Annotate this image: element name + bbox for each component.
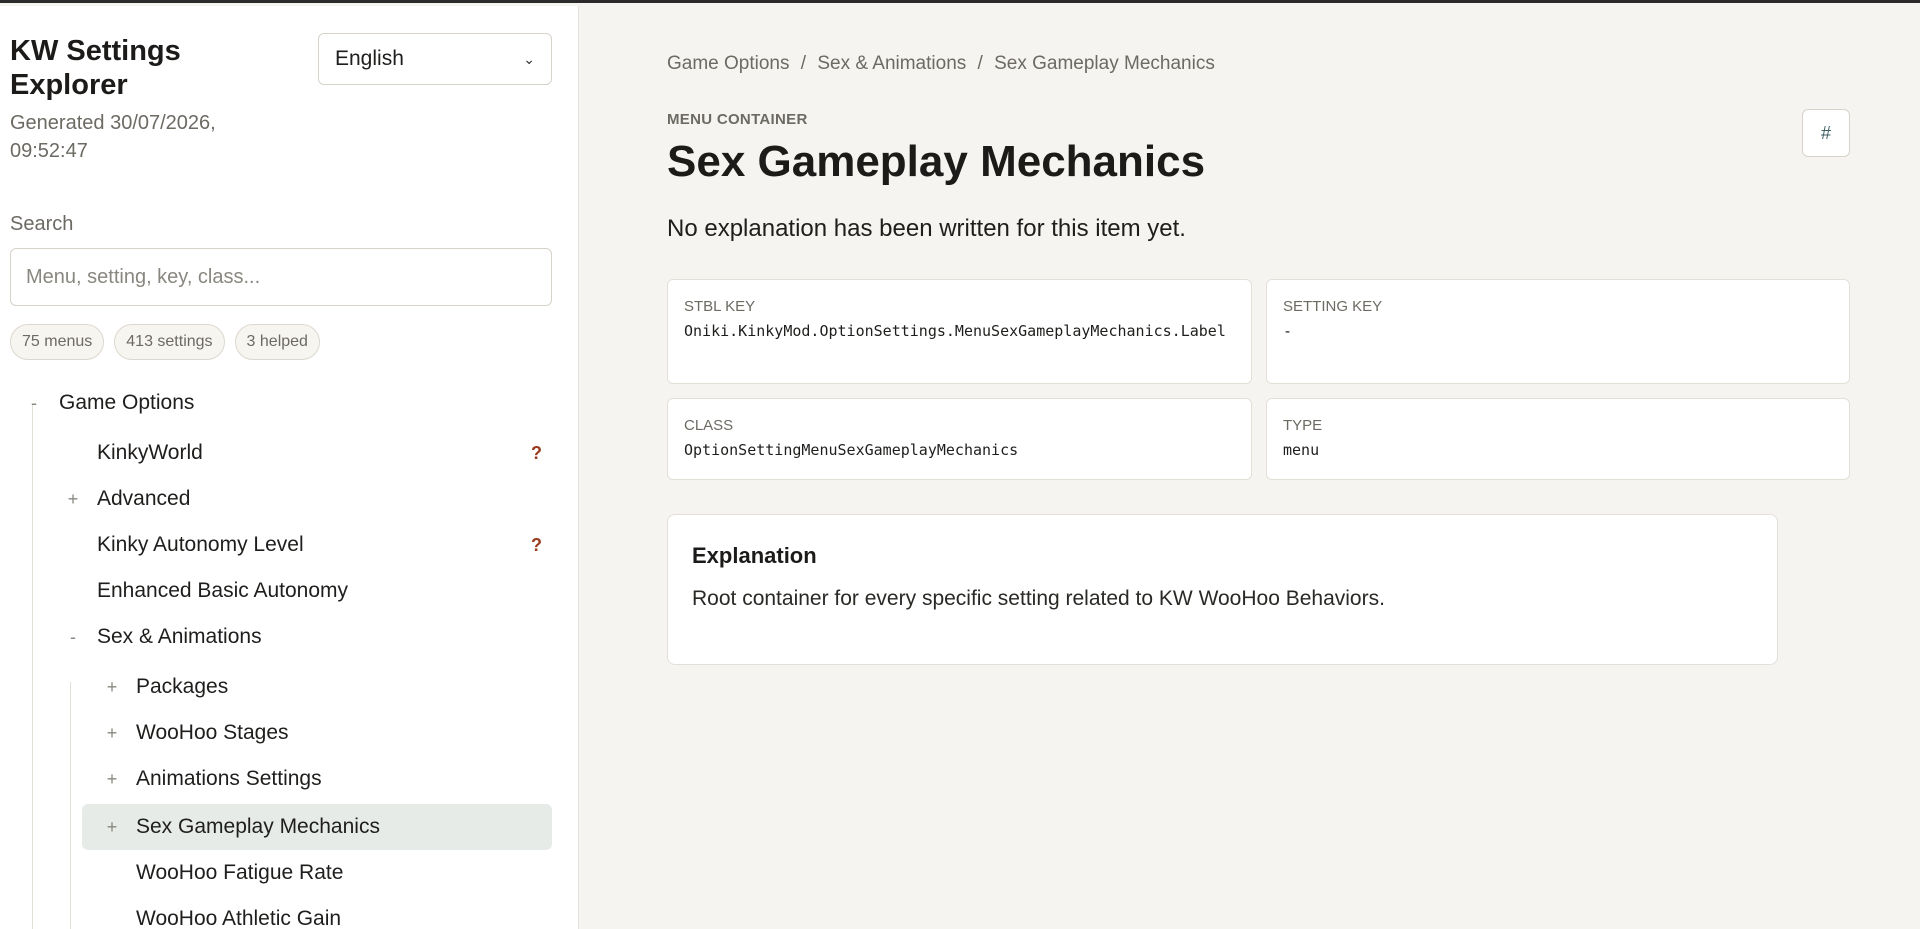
- search-input[interactable]: [10, 248, 552, 306]
- help-icon[interactable]: ?: [531, 535, 542, 556]
- tree-item-advanced[interactable]: + Advanced: [50, 476, 552, 522]
- search-label: Search: [10, 213, 74, 235]
- tree-item-label: KinkyWorld: [97, 441, 203, 464]
- field-value: OptionSettingMenuSexGameplayMechanics: [684, 441, 1019, 459]
- breadcrumb: Game Options / Sex & Animations / Sex Ga…: [667, 53, 1215, 75]
- tree-item-woohoo-fatigue-rate[interactable]: WooHoo Fatigue Rate: [82, 850, 552, 896]
- help-icon[interactable]: ?: [531, 443, 542, 464]
- field-label: STBL KEY: [684, 298, 756, 315]
- stats-chips: 75 menus 413 settings 3 helped: [10, 324, 320, 360]
- sidebar: KW Settings Explorer Generated 30/07/202…: [0, 6, 579, 929]
- tree-item-woohoo-athletic-gain[interactable]: WooHoo Athletic Gain: [82, 896, 552, 929]
- tree-item-label: WooHoo Stages: [136, 721, 289, 744]
- item-kind-label: MENU CONTAINER: [667, 111, 808, 128]
- language-value: English: [335, 47, 404, 70]
- tree-item-packages[interactable]: + Packages: [82, 664, 552, 710]
- explanation-heading: Explanation: [692, 543, 817, 568]
- tree-item-enhanced-basic-autonomy[interactable]: Enhanced Basic Autonomy: [82, 568, 552, 614]
- tree-item-sex-animations[interactable]: - Sex & Animations: [50, 614, 552, 660]
- item-description: No explanation has been written for this…: [667, 215, 1186, 242]
- expand-icon[interactable]: +: [102, 723, 122, 744]
- field-value: menu: [1283, 441, 1320, 459]
- expand-icon[interactable]: +: [102, 769, 122, 790]
- breadcrumb-item[interactable]: Sex & Animations: [817, 53, 966, 74]
- tree-item-sex-gameplay-mechanics[interactable]: + Sex Gameplay Mechanics: [82, 804, 552, 850]
- tree-item-woohoo-stages[interactable]: + WooHoo Stages: [82, 710, 552, 756]
- page-title: Sex Gameplay Mechanics: [667, 137, 1206, 186]
- field-value: Oniki.KinkyMod.OptionSettings.MenuSexGam…: [684, 322, 1226, 340]
- field-label: SETTING KEY: [1283, 298, 1383, 315]
- tree-item-label: WooHoo Fatigue Rate: [136, 861, 344, 884]
- app-title: KW Settings Explorer: [10, 35, 181, 101]
- settings-count-chip: 413 settings: [114, 324, 225, 360]
- tree-item-game-options[interactable]: - Game Options: [10, 380, 552, 426]
- setting-key-card: SETTING KEY -: [1266, 279, 1850, 384]
- explanation-panel: Explanation Root container for every spe…: [667, 514, 1778, 665]
- tree-item-kinkyworld[interactable]: KinkyWorld ?: [82, 430, 552, 476]
- tree-item-label: Sex & Animations: [97, 625, 262, 648]
- tree-item-label: Animations Settings: [136, 767, 322, 790]
- anchor-link-button[interactable]: #: [1802, 109, 1850, 157]
- tree-item-label: WooHoo Athletic Gain: [136, 907, 342, 929]
- tree-item-label: Sex Gameplay Mechanics: [136, 815, 380, 838]
- expand-icon[interactable]: +: [102, 677, 122, 698]
- stbl-key-card: STBL KEY Oniki.KinkyMod.OptionSettings.M…: [667, 279, 1252, 384]
- explanation-text: Root container for every specific settin…: [692, 587, 1385, 610]
- expand-icon[interactable]: +: [63, 489, 83, 510]
- collapse-icon[interactable]: -: [63, 627, 83, 648]
- field-label: TYPE: [1283, 417, 1323, 434]
- chevron-down-icon: ⌄: [523, 50, 535, 67]
- tree-item-label: Enhanced Basic Autonomy: [97, 579, 348, 602]
- tree-item-label: Packages: [136, 675, 229, 698]
- breadcrumb-separator: /: [977, 53, 983, 74]
- helped-count-chip: 3 helped: [234, 324, 320, 360]
- language-select[interactable]: English ⌄: [318, 33, 552, 85]
- tree-item-label: Advanced: [97, 487, 191, 510]
- field-label: CLASS: [684, 417, 734, 434]
- tree-item-animations-settings[interactable]: + Animations Settings: [82, 756, 552, 802]
- field-value: -: [1283, 322, 1293, 340]
- generated-timestamp: Generated 30/07/2026, 09:52:47: [10, 112, 216, 162]
- breadcrumb-separator: /: [800, 53, 807, 74]
- class-card: CLASS OptionSettingMenuSexGameplayMechan…: [667, 398, 1252, 480]
- breadcrumb-item[interactable]: Sex Gameplay Mechanics: [994, 53, 1215, 74]
- expand-icon[interactable]: +: [102, 817, 122, 838]
- type-card: TYPE menu: [1266, 398, 1850, 480]
- tree-item-label: Game Options: [59, 391, 195, 414]
- breadcrumb-item[interactable]: Game Options: [667, 53, 790, 74]
- menus-count-chip: 75 menus: [10, 324, 105, 360]
- tree-item-kinky-autonomy-level[interactable]: Kinky Autonomy Level ?: [82, 522, 552, 568]
- collapse-icon[interactable]: -: [24, 393, 44, 414]
- tree-item-label: Kinky Autonomy Level: [97, 533, 304, 556]
